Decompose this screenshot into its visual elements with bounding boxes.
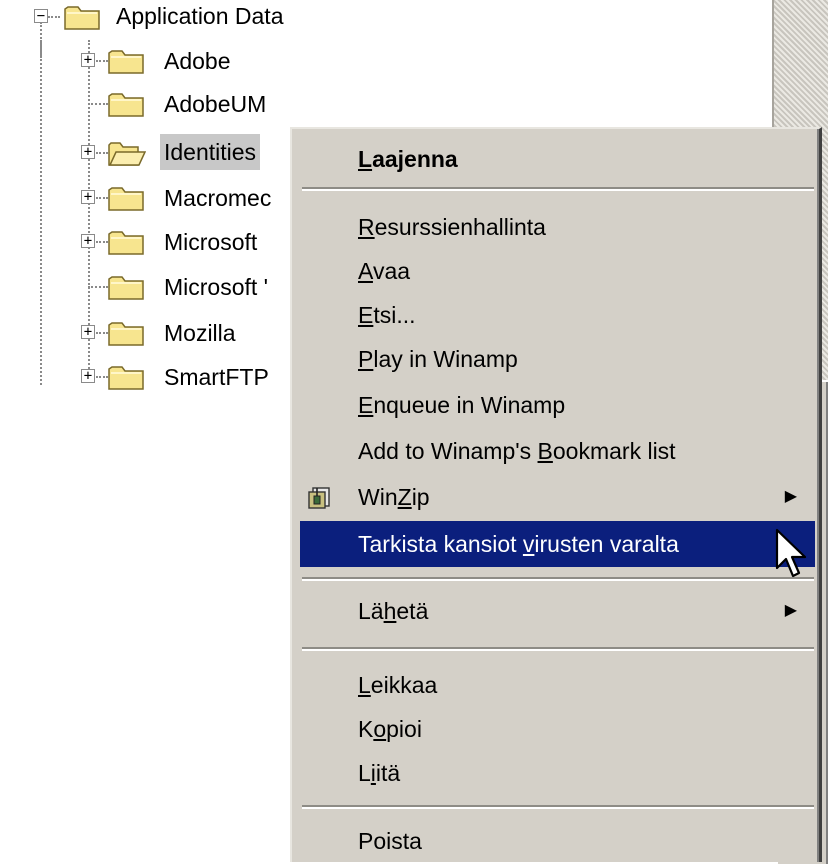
menu-item-play-in-winamp[interactable]: Play in Winamp (300, 339, 815, 379)
menu-separator (302, 577, 814, 581)
tree-item-adobe[interactable]: Adobe (160, 43, 235, 79)
folder-icon (108, 50, 144, 74)
tree-connector (96, 376, 108, 378)
menu-item-avaa[interactable]: Avaa (300, 251, 815, 291)
tree-connector (40, 40, 42, 385)
winzip-icon (308, 487, 330, 509)
collapse-icon[interactable]: − (34, 9, 48, 23)
folder-open-icon (108, 142, 146, 166)
menu-item-resurssienhallinta[interactable]: Resurssienhallinta (300, 207, 815, 247)
folder-icon (108, 366, 144, 390)
folder-icon (64, 6, 100, 30)
menu-item-laheta[interactable]: Lähetä ▶ (300, 591, 815, 631)
menu-separator (302, 647, 814, 651)
menu-item-enqueue-in-winamp[interactable]: Enqueue in Winamp (300, 385, 815, 425)
menu-item-winamp-bookmark[interactable]: Add to Winamp's Bookmark list (300, 431, 815, 471)
menu-item-laajenna[interactable]: Laajenna (300, 139, 815, 179)
menu-item-etsi[interactable]: Etsi... (300, 295, 815, 335)
tree-connector (48, 16, 60, 18)
menu-separator (302, 187, 814, 191)
tree-item-adobeum[interactable]: AdobeUM (160, 86, 270, 122)
submenu-arrow-icon: ▶ (784, 602, 797, 619)
menu-item-poista[interactable]: Poista (300, 821, 815, 861)
tree-connector (96, 197, 108, 199)
tree-item-application-data[interactable]: Application Data (112, 0, 288, 34)
tree-connector (96, 241, 108, 243)
folder-icon (108, 93, 144, 117)
menu-separator (302, 805, 814, 809)
expand-icon[interactable]: + (81, 325, 95, 339)
folder-icon (108, 276, 144, 300)
submenu-arrow-icon: ▶ (784, 488, 797, 505)
tree-item-macromedia[interactable]: Macromec (160, 180, 275, 216)
folder-icon (108, 322, 144, 346)
tree-connector (96, 60, 108, 62)
menu-item-tarkista-virukset[interactable]: Tarkista kansiot virusten varalta (300, 521, 815, 567)
expand-icon[interactable]: + (81, 53, 95, 67)
menu-item-winzip[interactable]: WinZip ▶ (300, 477, 815, 517)
tree-item-microsoft-2[interactable]: Microsoft ' (160, 269, 272, 305)
tree-connector (88, 103, 108, 105)
tree-item-mozilla[interactable]: Mozilla (160, 315, 240, 351)
menu-item-liita[interactable]: Liitä (300, 753, 815, 793)
tree-connector (88, 286, 108, 288)
menu-item-kopioi[interactable]: Kopioi (300, 709, 815, 749)
folder-icon (108, 187, 144, 211)
mouse-pointer-icon (775, 528, 807, 578)
tree-connector (96, 152, 108, 154)
menu-item-leikkaa[interactable]: Leikkaa (300, 665, 815, 705)
context-menu: Laajenna Resurssienhallinta Avaa Etsi...… (290, 127, 822, 862)
tree-item-identities[interactable]: Identities (160, 134, 261, 170)
expand-icon[interactable]: + (81, 234, 95, 248)
tree-item-microsoft[interactable]: Microsoft (160, 224, 261, 260)
tree-connector (96, 332, 108, 334)
expand-icon[interactable]: + (81, 190, 95, 204)
tree-item-smartftp[interactable]: SmartFTP (160, 359, 273, 395)
expand-icon[interactable]: + (81, 145, 95, 159)
folder-icon (108, 231, 144, 255)
expand-icon[interactable]: + (81, 369, 95, 383)
